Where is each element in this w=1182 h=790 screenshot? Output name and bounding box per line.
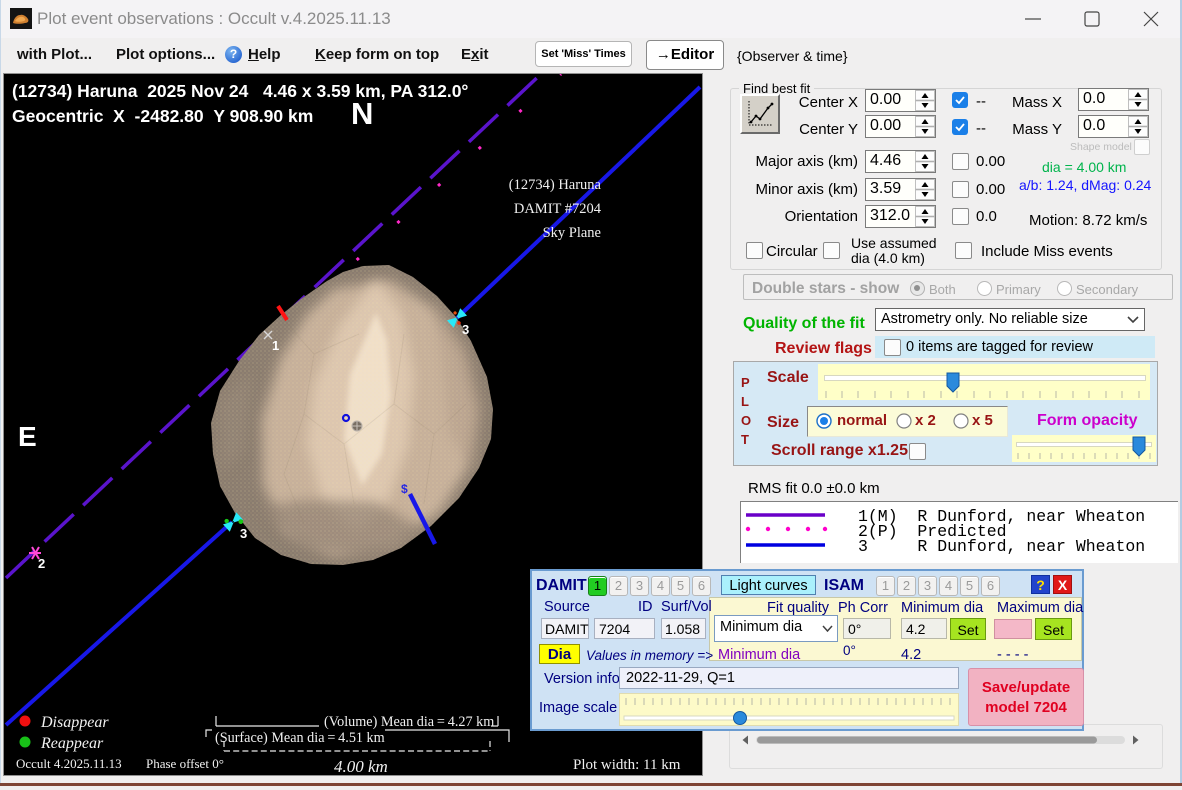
svg-text:Reappear: Reappear xyxy=(40,735,104,752)
svg-text:Occult 4.2025.11.13: Occult 4.2025.11.13 xyxy=(16,756,122,771)
svg-text:Geocentric X -2482.80 Y 908: Geocentric X -2482.80 Y 908.90 km xyxy=(12,106,313,126)
svg-text:(12734) Haruna: (12734) Haruna xyxy=(509,177,602,193)
svg-text:$: $ xyxy=(401,482,408,496)
svg-text:2: 2 xyxy=(38,556,45,571)
svg-text:Phase offset 0°: Phase offset 0° xyxy=(146,756,224,771)
svg-text:3: 3 xyxy=(462,322,469,337)
svg-text:(12734) Haruna 2025 Nov 24: (12734) Haruna 2025 Nov 24 4.46 x 3.59 k… xyxy=(12,81,468,101)
svg-text:4.00 km: 4.00 km xyxy=(334,757,388,775)
svg-text:3: 3 xyxy=(240,526,247,541)
svg-text:Plot width: 11 km: Plot width: 11 km xyxy=(573,757,681,773)
svg-text:Sky Plane: Sky Plane xyxy=(543,225,601,241)
svg-text:3 R Dunford, near Wheaton: 3 R Dunford, near Wheaton xyxy=(858,537,1145,556)
svg-text:Disappear: Disappear xyxy=(40,714,109,731)
svg-text:DAMIT #7204: DAMIT #7204 xyxy=(514,201,602,217)
svg-text:E: E xyxy=(18,421,37,452)
svg-text:1: 1 xyxy=(272,338,279,353)
svg-text:(Volume) Mean dia = 4.27 km: (Volume) Mean dia = 4.27 km xyxy=(324,714,494,730)
svg-text:(Surface) Mean dia = 4.51 km: (Surface) Mean dia = 4.51 km xyxy=(215,730,385,746)
svg-text:N: N xyxy=(351,96,373,131)
